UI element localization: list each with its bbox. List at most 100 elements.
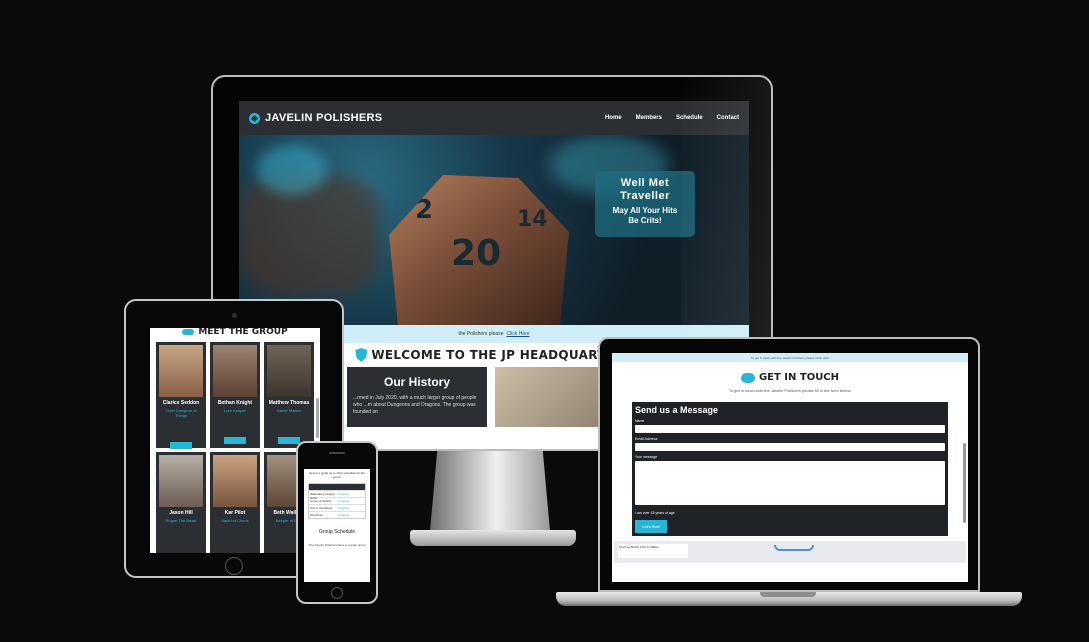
table-row: Oneshots Ongoing: [309, 511, 365, 518]
hero-callout: Well Met Traveller May All Your Hits Be …: [595, 171, 695, 237]
schedule-table: Waterdeep Dragon Heist Ongoing Curse of …: [308, 483, 366, 519]
nav-contact[interactable]: Contact: [717, 115, 739, 121]
age-checkbox[interactable]: I am over 18 years of age: [635, 511, 945, 515]
people-icon: [182, 329, 195, 335]
member-button[interactable]: [278, 437, 300, 444]
message-label: Your message: [635, 455, 658, 459]
member-cards: Clarice Seddon Chief Dungeon of Things B…: [150, 338, 320, 553]
history-title: Our History: [383, 375, 450, 389]
scrollbar[interactable]: [316, 398, 319, 438]
callout-line: May All Your Hits: [612, 206, 678, 215]
member-photo: [267, 345, 311, 397]
home-button[interactable]: [225, 557, 243, 575]
name-label: Name: [635, 419, 645, 423]
schedule-footer: The Javelin Polishers have a regular gro…: [308, 543, 366, 547]
chat-icon: [740, 372, 755, 383]
hero-bokeh: [257, 145, 327, 195]
speaker-icon: [329, 452, 345, 454]
member-photo: [213, 345, 257, 397]
member-card: Bethan Knight Lore Keeper: [210, 342, 260, 448]
home-button[interactable]: [331, 587, 343, 599]
camera-icon: [232, 313, 237, 318]
member-card: Kar Pilot Squid of Chaos: [210, 452, 260, 553]
info-bar-text: the Polishers please: [458, 331, 504, 337]
contact-heading: GET IN TOUCH: [612, 372, 968, 383]
d20-die: 2 20 14: [389, 175, 569, 325]
monitor-stand-base: [410, 530, 576, 546]
table-cell: Ongoing: [338, 506, 350, 510]
phone-screen: Here's a guide as to what schedule for t…: [304, 469, 370, 582]
member-role: Chief Dungeon of Things: [165, 408, 197, 418]
contact-form: Send us a Message Name Email Address You…: [632, 402, 948, 536]
name-input[interactable]: [635, 425, 945, 433]
navbar: JAVELIN POLISHERS Home Members Schedule …: [239, 101, 749, 135]
table-cell: Ongoing: [338, 513, 350, 517]
member-role: Rogue The Beast: [165, 518, 197, 523]
submit-button[interactable]: Let's Roll!: [635, 520, 667, 533]
info-bar-link[interactable]: Click Here: [506, 331, 529, 337]
dice-icon: [249, 112, 260, 124]
brand-name: JAVELIN POLISHERS: [265, 112, 383, 124]
hero-image: 2 20 14 Well Met Traveller May All Your …: [239, 135, 749, 325]
member-card: Matthew Thomas Game Master: [264, 342, 314, 448]
history-card: Our History ...rmed in July 2020, with a…: [347, 367, 487, 427]
member-description: [159, 420, 203, 436]
brand[interactable]: JAVELIN POLISHERS: [249, 112, 382, 124]
member-name: Clarice Seddon: [162, 400, 200, 406]
table-cell: Oneshots: [310, 513, 323, 517]
schedule-title: Group Schedule: [318, 529, 356, 535]
welcome-title: WELCOME TO THE JP HEADQUARTERS: [371, 348, 633, 362]
email-label: Email Address: [635, 437, 658, 441]
die-number: 20: [451, 233, 502, 274]
member-name: Jason Hill: [169, 510, 193, 516]
contact-subtitle: To get in touch with the Javelin Polishe…: [728, 388, 852, 393]
callout-line: Well Met: [620, 177, 670, 189]
schedule-intro: Here's a guide as to what schedule for t…: [309, 471, 365, 479]
nav-home[interactable]: Home: [605, 115, 622, 121]
member-photo: [213, 455, 257, 507]
table-cell: Ongoing: [338, 492, 350, 496]
hero-bokeh: [239, 175, 379, 295]
history-text: ...rmed in July 2020, with a much larger…: [353, 395, 477, 415]
scrollbar[interactable]: [963, 443, 966, 523]
member-photo: [159, 345, 203, 397]
member-role: Game Master: [276, 408, 302, 413]
nav-links: Home Members Schedule Contact: [605, 115, 739, 121]
member-name: Bethan Knight: [217, 400, 253, 406]
table-row: Waterdeep Dragon Heist Ongoing: [309, 490, 365, 500]
member-photo: [159, 455, 203, 507]
laptop-screen: To get in touch with the Javelin Polishe…: [612, 353, 968, 582]
member-description: [213, 525, 257, 541]
table-row: Out of the Abyss Ongoing: [309, 504, 365, 511]
member-card: Jason Hill Rogue The Beast: [156, 452, 206, 553]
laptop-notch: [760, 592, 816, 597]
history-image: [495, 367, 615, 427]
map-label: Penrhos Bowls Club & Halfbu...: [618, 544, 688, 558]
nav-members[interactable]: Members: [636, 115, 662, 121]
callout-line: Traveller: [620, 190, 670, 202]
member-card: Clarice Seddon Chief Dungeon of Things: [156, 342, 206, 449]
member-description: [213, 415, 257, 431]
die-number: 2: [415, 195, 434, 225]
tablet-screen: MEET THE GROUP Clarice Seddon Chief Dung…: [150, 328, 320, 553]
email-input[interactable]: [635, 443, 945, 451]
member-button[interactable]: [170, 442, 192, 449]
monitor-stand: [430, 451, 550, 531]
callout-line: Be Crits!: [628, 216, 662, 225]
table-cell: Out of the Abyss: [310, 506, 333, 510]
member-role: Squid of Chaos: [221, 518, 249, 523]
member-name: Kar Pilot: [224, 510, 246, 516]
member-role: Lore Keeper: [223, 408, 246, 413]
nav-schedule[interactable]: Schedule: [676, 115, 703, 121]
contact-title: GET IN TOUCH: [758, 372, 840, 383]
info-bar: To get in touch with the Javelin Polishe…: [612, 353, 968, 362]
meet-group-heading: MEET THE GROUP: [150, 328, 320, 338]
member-description: [159, 525, 203, 541]
message-textarea[interactable]: [635, 461, 945, 505]
table-cell: Waterdeep Dragon Heist: [310, 492, 336, 500]
map-embed[interactable]: Penrhos Bowls Club & Halfbu...: [614, 541, 966, 563]
die-number: 14: [517, 207, 548, 232]
map-road: [774, 545, 814, 551]
member-button[interactable]: [224, 437, 246, 444]
shield-icon: [355, 348, 368, 362]
